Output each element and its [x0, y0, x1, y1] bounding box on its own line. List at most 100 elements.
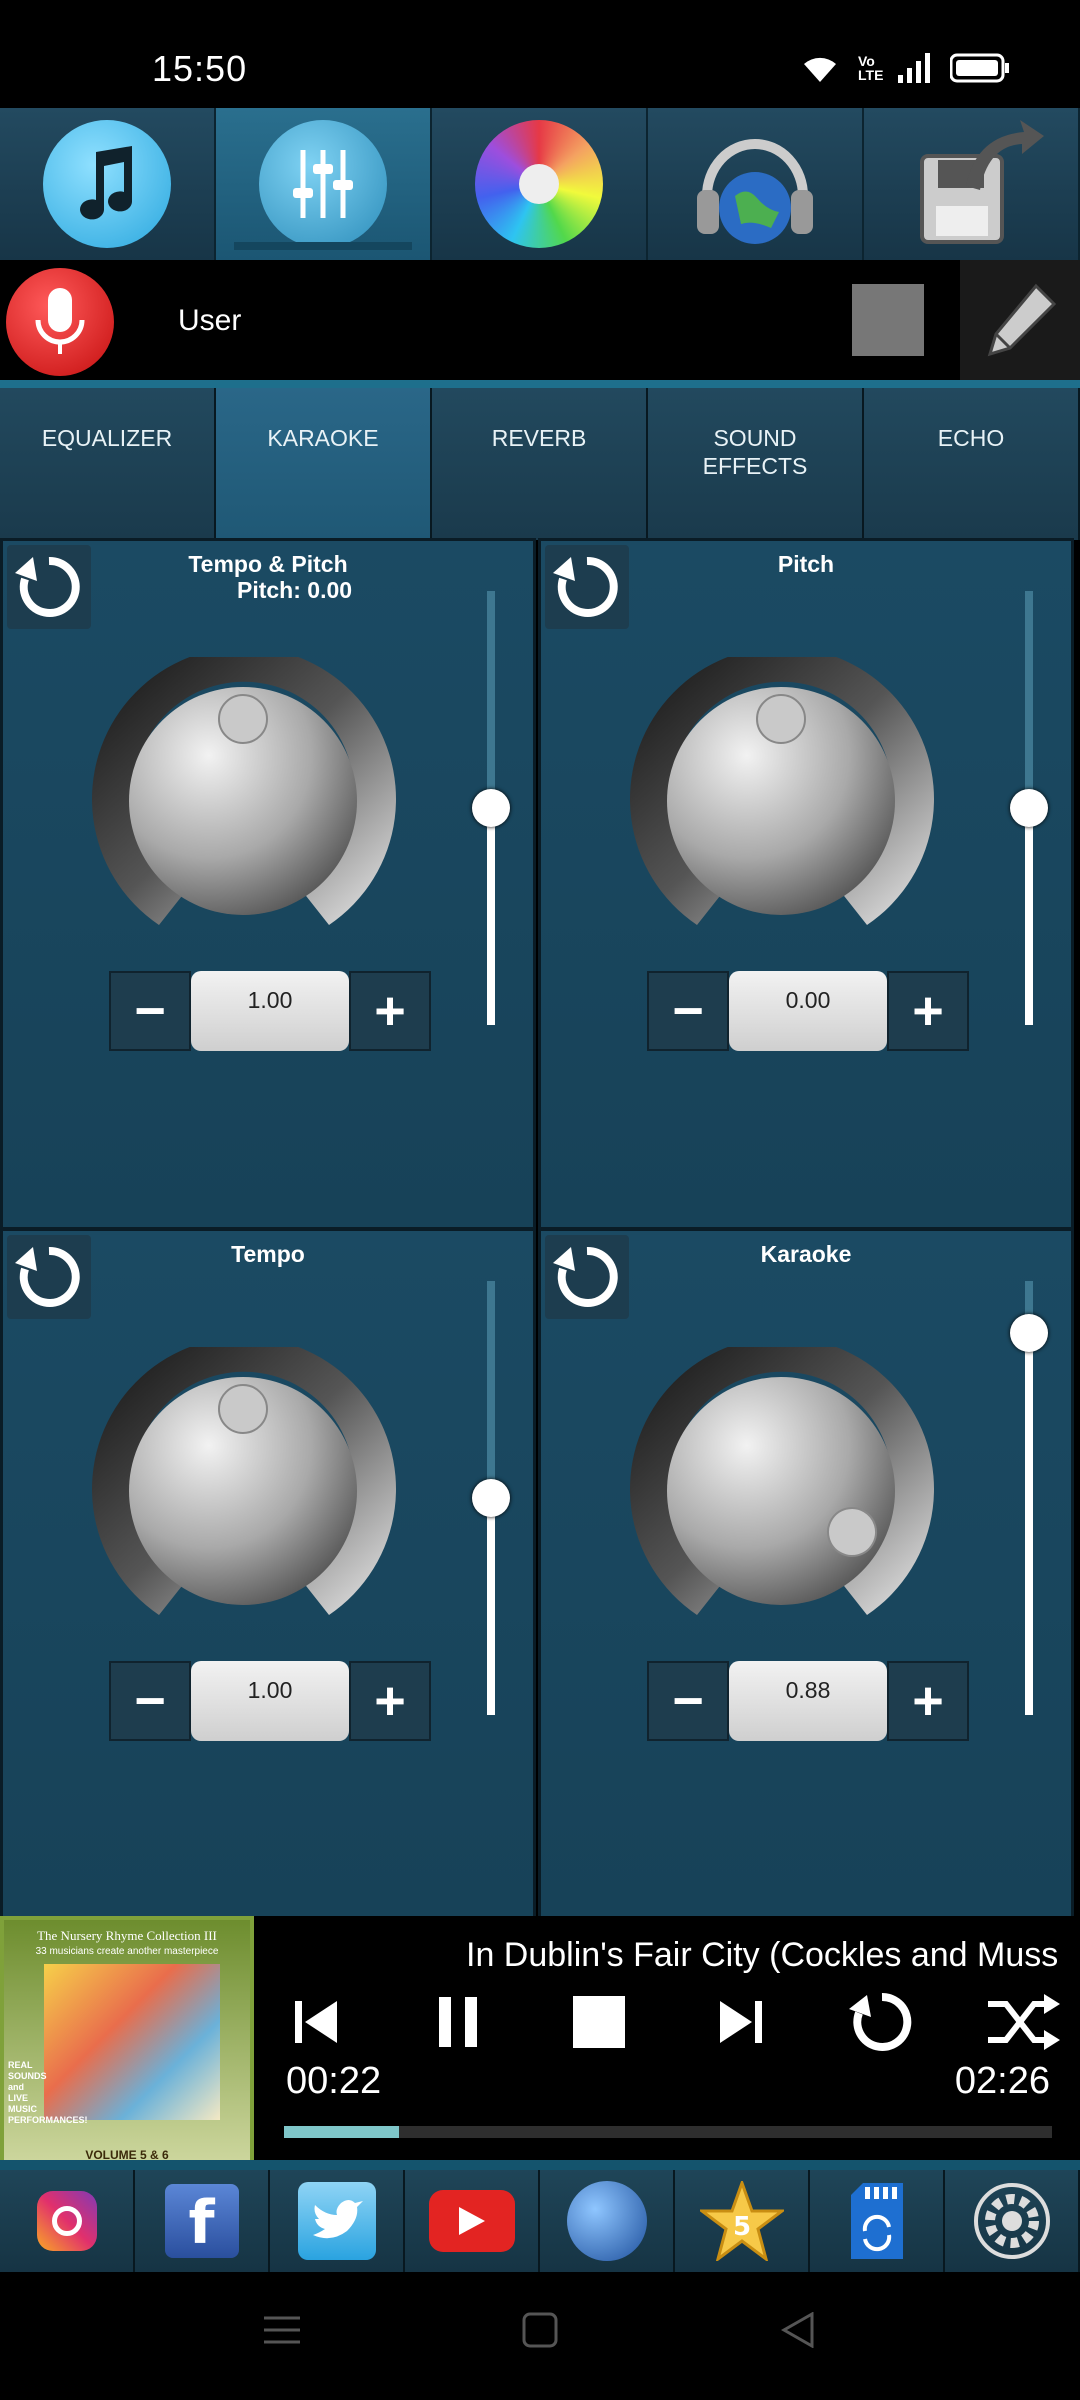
edit-button[interactable]: [960, 260, 1080, 380]
skins-button[interactable]: [432, 108, 648, 260]
vertical-slider[interactable]: [472, 1281, 510, 1715]
value-stepper: − 1.00 +: [109, 971, 431, 1051]
slider-thumb[interactable]: [1010, 1314, 1048, 1352]
decrement-button[interactable]: −: [647, 1661, 729, 1741]
vertical-slider[interactable]: [1010, 1281, 1048, 1715]
vertical-slider[interactable]: [1010, 591, 1048, 1025]
value-field[interactable]: 0.00: [729, 971, 887, 1051]
music-icon: [43, 120, 171, 248]
mixer-button[interactable]: [216, 108, 432, 260]
karaoke-panel: Karaoke − 0.88 +: [538, 1228, 1074, 1920]
online-music-button[interactable]: [648, 108, 864, 260]
color-swatch[interactable]: [852, 284, 924, 356]
decrement-button[interactable]: −: [109, 1661, 191, 1741]
song-title: In Dublin's Fair City (Cockles and Muss: [466, 1936, 1059, 1974]
rotary-knob[interactable]: [89, 1336, 409, 1637]
slider-thumb[interactable]: [1010, 789, 1048, 827]
value-field[interactable]: 1.00: [191, 971, 349, 1051]
wifi-icon: [804, 57, 836, 82]
album-art-image: [44, 1964, 220, 2120]
microphone-icon: [35, 288, 85, 354]
next-icon: [719, 2001, 762, 2043]
decrement-button[interactable]: −: [109, 971, 191, 1051]
increment-button[interactable]: +: [349, 1661, 431, 1741]
facebook-icon: f: [164, 2184, 239, 2258]
settings-button[interactable]: [945, 2170, 1080, 2272]
shuffle-button[interactable]: [980, 1978, 1068, 2066]
menu-icon[interactable]: [264, 2312, 300, 2348]
vertical-slider[interactable]: [472, 591, 510, 1025]
tab-sound-effects[interactable]: SOUND EFFECTS: [648, 388, 864, 540]
back-icon[interactable]: [780, 2312, 816, 2348]
pencil-icon: [987, 283, 1057, 357]
user-bar: User: [0, 260, 1080, 380]
panel-title: Tempo & Pitch: [188, 551, 348, 577]
previous-button[interactable]: [272, 1978, 360, 2066]
album-cover[interactable]: The Nursery Rhyme Collection III 33 musi…: [0, 1916, 254, 2172]
facebook-button[interactable]: f: [135, 2170, 270, 2272]
rate-button[interactable]: 5: [675, 2170, 810, 2272]
previous-icon: [295, 2001, 337, 2043]
repeat-icon: [849, 1992, 912, 2051]
twitter-button[interactable]: [270, 2170, 405, 2272]
rotary-knob[interactable]: [627, 1336, 947, 1637]
slider-thumb[interactable]: [472, 789, 510, 827]
tab-echo[interactable]: ECHO: [864, 388, 1080, 540]
increment-button[interactable]: +: [349, 971, 431, 1051]
panel-title: Tempo: [231, 1241, 305, 1267]
album-subtitle: 33 musicians create another masterpiece: [35, 1946, 219, 1957]
increment-button[interactable]: +: [887, 1661, 969, 1741]
tab-reverb[interactable]: REVERB: [432, 388, 648, 540]
username-label: User: [178, 304, 242, 337]
stop-button[interactable]: [555, 1978, 643, 2066]
rate-star-icon: 5: [699, 2181, 784, 2261]
tempo-panel: Tempo − 1.00 +: [0, 1228, 536, 1920]
instagram-button[interactable]: [0, 2170, 135, 2272]
status-icons: Vo LTE: [800, 52, 1010, 84]
value-stepper: − 0.00 +: [647, 971, 969, 1051]
tab-karaoke[interactable]: KARAOKE: [216, 388, 432, 540]
value-field[interactable]: 1.00: [191, 1661, 349, 1741]
value-field[interactable]: 0.88: [729, 1661, 887, 1741]
effect-tabs: EQUALIZER KARAOKE REVERB SOUND EFFECTS E…: [0, 388, 1080, 540]
youtube-icon: [428, 2190, 515, 2252]
settings-gear-icon: [973, 2183, 1050, 2259]
youtube-button[interactable]: [405, 2170, 540, 2272]
instagram-icon: [36, 2191, 97, 2251]
value-stepper: − 1.00 +: [109, 1661, 431, 1741]
home-icon[interactable]: [522, 2312, 558, 2348]
system-nav-bar: [0, 2272, 1080, 2400]
microphone-button[interactable]: [6, 268, 114, 376]
rotary-knob[interactable]: [89, 646, 409, 947]
album-side-text: REAL SOUNDS and LIVE MUSIC PERFORMANCES!: [8, 2060, 88, 2125]
pause-button[interactable]: [414, 1978, 502, 2066]
slider-thumb[interactable]: [472, 1479, 510, 1517]
save-share-icon: [920, 120, 1044, 244]
repeat-button[interactable]: [838, 1978, 926, 2066]
decrement-button[interactable]: −: [647, 971, 729, 1051]
headphones-globe-icon: [697, 139, 813, 244]
shuffle-icon: [987, 1994, 1060, 2050]
music-library-button[interactable]: [0, 108, 216, 260]
volte-label: Vo LTE: [858, 53, 884, 83]
rotary-knob[interactable]: [627, 646, 947, 947]
website-globe-icon: [566, 2181, 647, 2261]
progress-bar[interactable]: [284, 2126, 1052, 2138]
total-time: 02:26: [954, 2060, 1050, 2102]
elapsed-time: 00:22: [286, 2060, 382, 2102]
next-button[interactable]: [697, 1978, 785, 2066]
progress-fill: [284, 2126, 400, 2138]
svg-text:5: 5: [732, 2212, 750, 2242]
sd-card-sync-icon: [850, 2183, 903, 2259]
website-button[interactable]: [540, 2170, 675, 2272]
playback-controls: [272, 1978, 1068, 2066]
album-title: The Nursery Rhyme Collection III: [37, 1928, 217, 1943]
top-toolbar: [0, 108, 1080, 260]
increment-button[interactable]: +: [887, 971, 969, 1051]
slider-track: [487, 591, 495, 808]
tab-equalizer[interactable]: EQUALIZER: [0, 388, 216, 540]
sd-card-sync-button[interactable]: [810, 2170, 945, 2272]
signal-icon: [898, 53, 930, 83]
save-share-button[interactable]: [864, 108, 1080, 260]
panel-title: Karaoke: [760, 1241, 852, 1267]
